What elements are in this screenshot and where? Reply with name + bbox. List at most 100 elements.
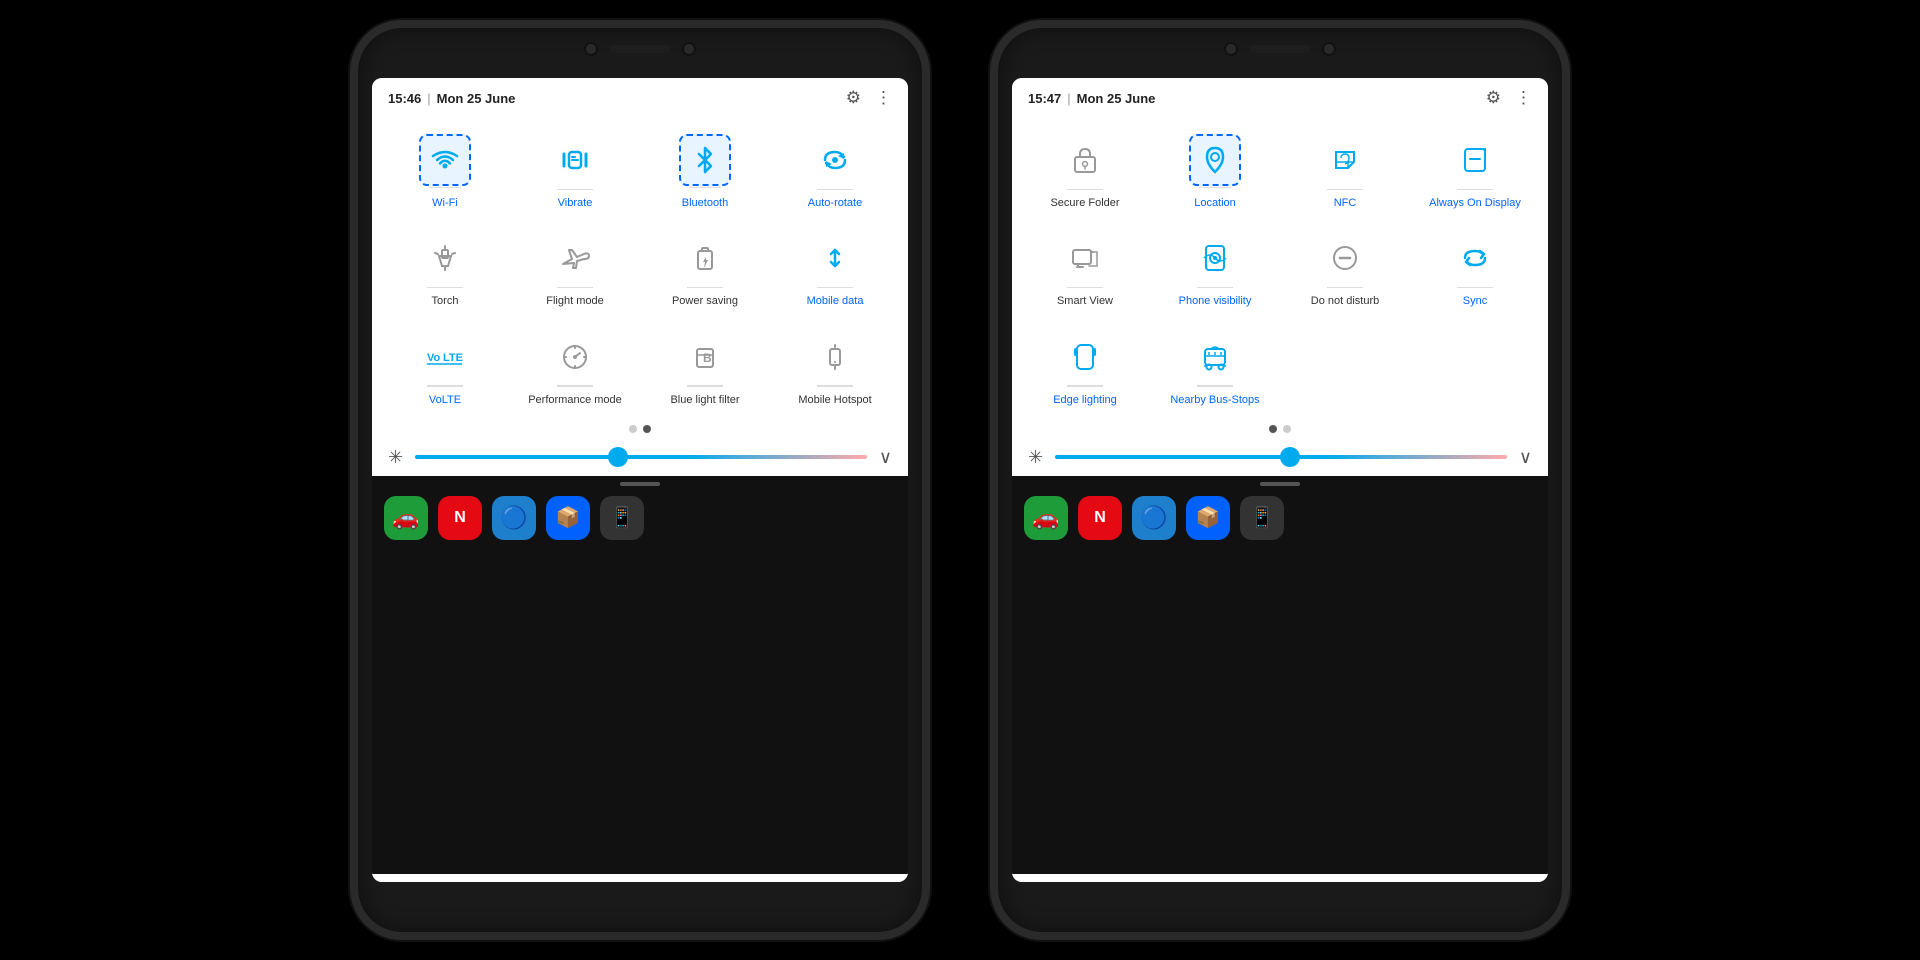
app-blue-2[interactable]: 🔵 (1132, 496, 1176, 540)
status-bar-2: 15:47 | Mon 25 June ⚙ ⋮ (1012, 78, 1548, 114)
qs-mobiledata[interactable]: Mobile data (770, 220, 900, 316)
edgelighting-label: Edge lighting (1053, 393, 1117, 407)
qs-mobilehotspot[interactable]: Mobile Hotspot (770, 319, 900, 415)
brightness-chevron-icon-1[interactable]: ∨ (879, 447, 892, 468)
brightness-thumb-1[interactable] (608, 447, 628, 467)
mobilehotspot-icon (819, 341, 851, 373)
app-icons-row-1: 🚗 N 🔵 📦 📱 (372, 486, 908, 550)
qs-bluelightfilter[interactable]: B Blue light filter (640, 319, 770, 415)
phone-1-top-bar (584, 42, 696, 56)
qs-alwayson[interactable]: Always On Display (1410, 122, 1540, 218)
qs-wifi[interactable]: Wi-Fi (380, 122, 510, 218)
more-options-icon-1[interactable]: ⋮ (875, 88, 892, 108)
bluelightfilter-label: Blue light filter (670, 393, 739, 407)
quick-settings-2: Secure Folder Location (1012, 114, 1548, 882)
qs-edgelighting[interactable]: Edge lighting (1020, 319, 1150, 415)
qs-bluetooth[interactable]: Bluetooth (640, 122, 770, 218)
status-bar-left-2: 15:47 | Mon 25 June (1028, 91, 1155, 106)
phone-2-screen: 15:47 | Mon 25 June ⚙ ⋮ (1012, 78, 1548, 882)
alwayson-icon (1460, 144, 1490, 176)
qs-grid-row2-2: Smart View (1012, 220, 1548, 316)
mobilehotspot-icon-wrap (809, 331, 861, 383)
location-icon (1201, 144, 1229, 176)
qs-vibrate[interactable]: Vibrate (510, 122, 640, 218)
status-bar-1: 15:46 | Mon 25 June ⚙ ⋮ (372, 78, 908, 114)
bluetooth-icon (691, 144, 719, 176)
volte-icon: Vo LTE (426, 343, 464, 371)
app-misc[interactable]: 📱 (600, 496, 644, 540)
wifi-icon (429, 144, 461, 176)
time-1: 15:46 (388, 91, 421, 106)
qs-grid-row3-1: Vo LTE VoLTE (372, 319, 908, 415)
dot-1-2[interactable] (643, 425, 651, 433)
svg-text:Vo: Vo (427, 352, 441, 364)
app-dropbox[interactable]: 📦 (546, 496, 590, 540)
settings-gear-icon-1[interactable]: ⚙ (846, 88, 861, 108)
dot-2-2[interactable] (1283, 425, 1291, 433)
brightness-track-1[interactable] (415, 455, 867, 459)
earpiece-speaker (610, 45, 670, 53)
vibrate-icon-wrap (549, 134, 601, 186)
donotdisturb-icon-wrap (1319, 232, 1371, 284)
power-button[interactable] (926, 238, 930, 308)
securefolder-label: Secure Folder (1050, 196, 1119, 210)
bixby-button-2[interactable] (990, 348, 994, 388)
sync-label: Sync (1463, 294, 1487, 308)
quick-settings-1: Wi-Fi (372, 114, 908, 882)
securefolder-icon-wrap (1059, 134, 1111, 186)
qs-powersaving[interactable]: Power saving (640, 220, 770, 316)
vibrate-label: Vibrate (558, 196, 593, 210)
flightmode-icon (559, 242, 591, 274)
qs-perfmode[interactable]: Performance mode (510, 319, 640, 415)
power-button-2[interactable] (1566, 238, 1570, 308)
brightness-bar-2: ✳ ∨ (1012, 443, 1548, 476)
sensor (682, 42, 696, 56)
vol-down-button-2[interactable] (990, 276, 994, 331)
svg-text:B: B (703, 351, 712, 365)
alwayson-label: Always On Display (1429, 196, 1521, 210)
qs-phonevis[interactable]: Phone visibility (1150, 220, 1280, 316)
more-options-icon-2[interactable]: ⋮ (1515, 88, 1532, 108)
vibrate-icon (559, 144, 591, 176)
bluelightfilter-icon-wrap: B (679, 331, 731, 383)
mobiledata-label: Mobile data (807, 294, 864, 308)
brightness-track-2[interactable] (1055, 455, 1507, 459)
time-2: 15:47 (1028, 91, 1061, 106)
qs-autorotate[interactable]: Auto-rotate (770, 122, 900, 218)
app-dropbox-2[interactable]: 📦 (1186, 496, 1230, 540)
qs-flightmode[interactable]: Flight mode (510, 220, 640, 316)
app-netflix[interactable]: N (438, 496, 482, 540)
brightness-chevron-icon-2[interactable]: ∨ (1519, 447, 1532, 468)
qs-securefolder[interactable]: Secure Folder (1020, 122, 1150, 218)
app-blue[interactable]: 🔵 (492, 496, 536, 540)
qs-nfc[interactable]: NFC (1280, 122, 1410, 218)
sensor-2 (1322, 42, 1336, 56)
earpiece-speaker-2 (1250, 45, 1310, 53)
app-netflix-2[interactable]: N (1078, 496, 1122, 540)
qs-nearbybus[interactable]: Nearby Bus-Stops (1150, 319, 1280, 415)
vol-down-button[interactable] (350, 276, 354, 331)
app-misc-2[interactable]: 📱 (1240, 496, 1284, 540)
dot-1-1[interactable] (629, 425, 637, 433)
qs-smartview[interactable]: Smart View (1020, 220, 1150, 316)
qs-volte[interactable]: Vo LTE VoLTE (380, 319, 510, 415)
nfc-label: NFC (1334, 196, 1357, 210)
settings-gear-icon-2[interactable]: ⚙ (1486, 88, 1501, 108)
app-grab[interactable]: 🚗 (384, 496, 428, 540)
dot-2-1[interactable] (1269, 425, 1277, 433)
phone-1-screen: 15:46 | Mon 25 June ⚙ ⋮ (372, 78, 908, 882)
bixby-button[interactable] (350, 348, 354, 388)
brightness-thumb-2[interactable] (1280, 447, 1300, 467)
app-icons-row-2: 🚗 N 🔵 📦 📱 (1012, 486, 1548, 550)
vol-up-button[interactable] (350, 208, 354, 263)
phone-2: 15:47 | Mon 25 June ⚙ ⋮ (990, 20, 1570, 940)
bluetooth-label: Bluetooth (682, 196, 728, 210)
torch-icon (431, 242, 459, 274)
qs-sync[interactable]: Sync (1410, 220, 1540, 316)
status-bar-right-1: ⚙ ⋮ (846, 88, 892, 108)
qs-location[interactable]: Location (1150, 122, 1280, 218)
app-grab-2[interactable]: 🚗 (1024, 496, 1068, 540)
vol-up-button-2[interactable] (990, 208, 994, 263)
qs-torch[interactable]: Torch (380, 220, 510, 316)
qs-donotdisturb[interactable]: Do not disturb (1280, 220, 1410, 316)
